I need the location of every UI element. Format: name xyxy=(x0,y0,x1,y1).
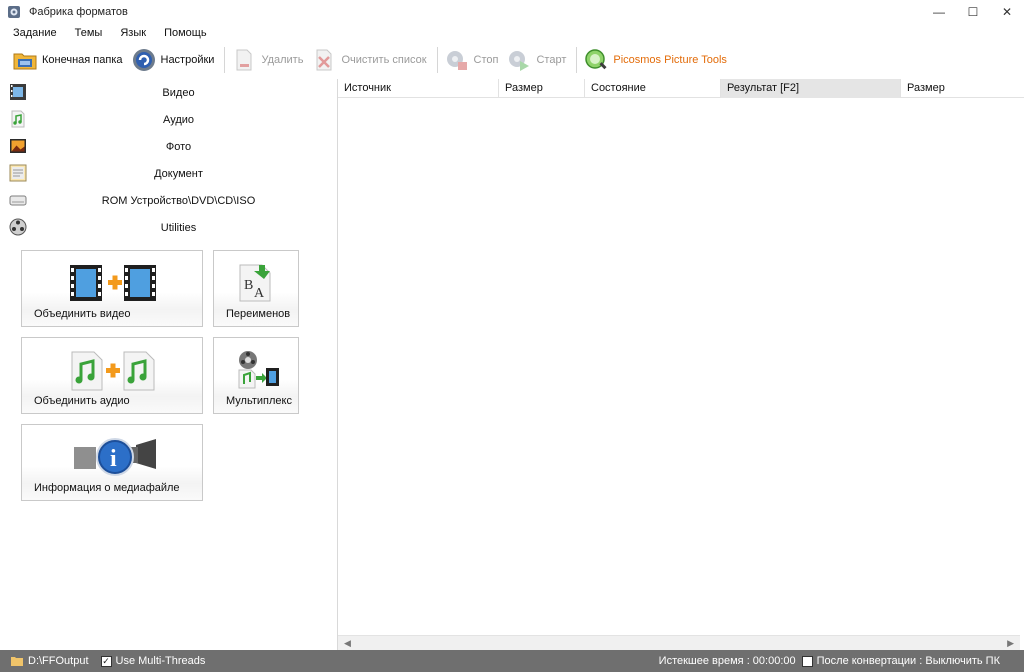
category-utilities[interactable]: Utilities xyxy=(0,214,333,241)
stop-icon xyxy=(446,51,467,70)
category-document[interactable]: Документ xyxy=(0,160,333,187)
column-result[interactable]: Результат [F2] xyxy=(721,79,901,98)
toolbar-separator xyxy=(576,47,578,73)
delete-icon xyxy=(236,49,252,71)
multithreads-label: Use Multi-Threads xyxy=(115,655,206,667)
window-title: Фабрика форматов xyxy=(29,6,128,18)
elapsed-time: Истекшее время : 00:00:00 xyxy=(658,655,796,667)
join-video-tile[interactable]: Объединить видео xyxy=(21,250,203,327)
picosmos-icon xyxy=(585,49,607,70)
column-status[interactable]: Состояние xyxy=(585,79,721,98)
output-path[interactable]: D:\FFOutput xyxy=(28,655,89,667)
clear-list-label: Очистить список xyxy=(341,54,427,66)
video-icon xyxy=(10,84,26,100)
picosmos-button[interactable]: Picosmos Picture Tools xyxy=(583,45,727,75)
category-photo-label: Фото xyxy=(165,140,192,153)
menu-themes[interactable]: Темы xyxy=(72,27,106,39)
settings-label: Настройки xyxy=(160,54,215,66)
menu-language[interactable]: Язык xyxy=(117,27,149,39)
category-rom-device-label: ROM Устройство\DVD\CD\ISO xyxy=(101,194,256,207)
menu-task[interactable]: Задание xyxy=(10,27,60,39)
after-conversion-label: После конвертации : Выключить ПК xyxy=(816,655,1000,667)
column-output-size[interactable]: Размер xyxy=(901,79,1024,98)
document-icon xyxy=(9,164,27,182)
utilities-icon xyxy=(9,218,27,236)
title-bar: Фабрика форматов — ☐ ✕ xyxy=(0,0,1024,24)
folder-icon xyxy=(13,53,37,70)
svg-text:i: i xyxy=(110,446,117,472)
photo-icon xyxy=(10,139,26,153)
list-header: Источник Размер Состояние Результат [F2]… xyxy=(338,79,1024,98)
rename-tile[interactable]: B A Переименов xyxy=(213,250,299,327)
media-info-tile[interactable]: i Информация о медиафайле xyxy=(21,424,203,501)
menu-help[interactable]: Помощь xyxy=(161,27,210,39)
delete-label: Удалить xyxy=(261,54,304,66)
output-folder-button[interactable]: Конечная папка xyxy=(12,45,123,75)
category-audio[interactable]: Аудио xyxy=(0,106,333,133)
scroll-left-arrow-icon[interactable]: ◀ xyxy=(344,638,351,649)
category-photo[interactable]: Фото xyxy=(0,133,333,160)
close-button[interactable]: ✕ xyxy=(990,0,1024,24)
folder-icon xyxy=(11,657,23,666)
menu-bar: Задание Темы Язык Помощь xyxy=(0,24,222,42)
status-bar: D:\FFOutput ✓ Use Multi-Threads Истекшее… xyxy=(0,650,1024,672)
rom-device-icon xyxy=(9,195,27,206)
minimize-button[interactable]: — xyxy=(922,0,956,24)
clear-list-icon xyxy=(316,49,332,71)
maximize-button[interactable]: ☐ xyxy=(956,0,990,24)
multiplex-tile[interactable]: Мультиплекс xyxy=(213,337,299,414)
toolbar-separator xyxy=(436,47,438,73)
start-icon xyxy=(509,51,530,71)
category-audio-label: Аудио xyxy=(162,113,195,126)
stop-label: Стоп xyxy=(473,54,499,66)
join-audio-label: Объединить аудио xyxy=(34,395,130,407)
file-list-panel: Источник Размер Состояние Результат [F2]… xyxy=(337,79,1024,650)
column-source[interactable]: Источник xyxy=(338,79,499,98)
column-size[interactable]: Размер xyxy=(499,79,585,98)
category-rom-device[interactable]: ROM Устройство\DVD\CD\ISO xyxy=(0,187,333,214)
after-conversion-checkbox[interactable] xyxy=(801,655,813,667)
scroll-right-arrow-icon[interactable]: ▶ xyxy=(1007,638,1014,649)
picosmos-label: Picosmos Picture Tools xyxy=(613,54,727,66)
settings-button[interactable]: Настройки xyxy=(131,45,215,75)
multiplex-icon xyxy=(238,351,279,389)
join-video-icon xyxy=(70,265,156,301)
rename-icon: B A xyxy=(239,264,271,302)
join-audio-icon xyxy=(71,351,155,391)
horizontal-scrollbar[interactable]: ◀ ▶ xyxy=(338,635,1020,650)
category-panel: Видео Аудио Фото Документ ROM Устройство… xyxy=(0,79,333,649)
category-video-label: Видео xyxy=(162,86,195,99)
svg-text:A: A xyxy=(254,286,265,301)
rename-label: Переименов xyxy=(226,308,291,320)
multiplex-label: Мультиплекс xyxy=(226,395,292,407)
media-info-icon: i xyxy=(74,438,156,476)
svg-text:B: B xyxy=(244,278,253,293)
join-audio-tile[interactable]: Объединить аудио xyxy=(21,337,203,414)
category-utilities-label: Utilities xyxy=(160,221,197,234)
multithreads-checkbox[interactable]: ✓ xyxy=(100,655,112,667)
toolbar: Конечная папка Настройки Удалить Очистит… xyxy=(0,43,1024,77)
toolbar-separator xyxy=(224,47,226,73)
join-video-label: Объединить видео xyxy=(34,308,131,320)
media-info-label: Информация о медиафайле xyxy=(34,482,180,494)
clear-list-button[interactable]: Очистить список xyxy=(311,45,427,75)
output-folder-label: Конечная папка xyxy=(42,54,123,66)
category-document-label: Документ xyxy=(154,167,203,180)
stop-button[interactable]: Стоп xyxy=(444,45,499,75)
delete-button[interactable]: Удалить xyxy=(231,45,303,75)
app-icon xyxy=(8,6,20,18)
gear-icon xyxy=(132,49,155,71)
audio-icon xyxy=(11,110,25,128)
start-label: Старт xyxy=(536,54,567,66)
start-button[interactable]: Старт xyxy=(506,45,566,75)
category-video[interactable]: Видео xyxy=(0,79,333,106)
